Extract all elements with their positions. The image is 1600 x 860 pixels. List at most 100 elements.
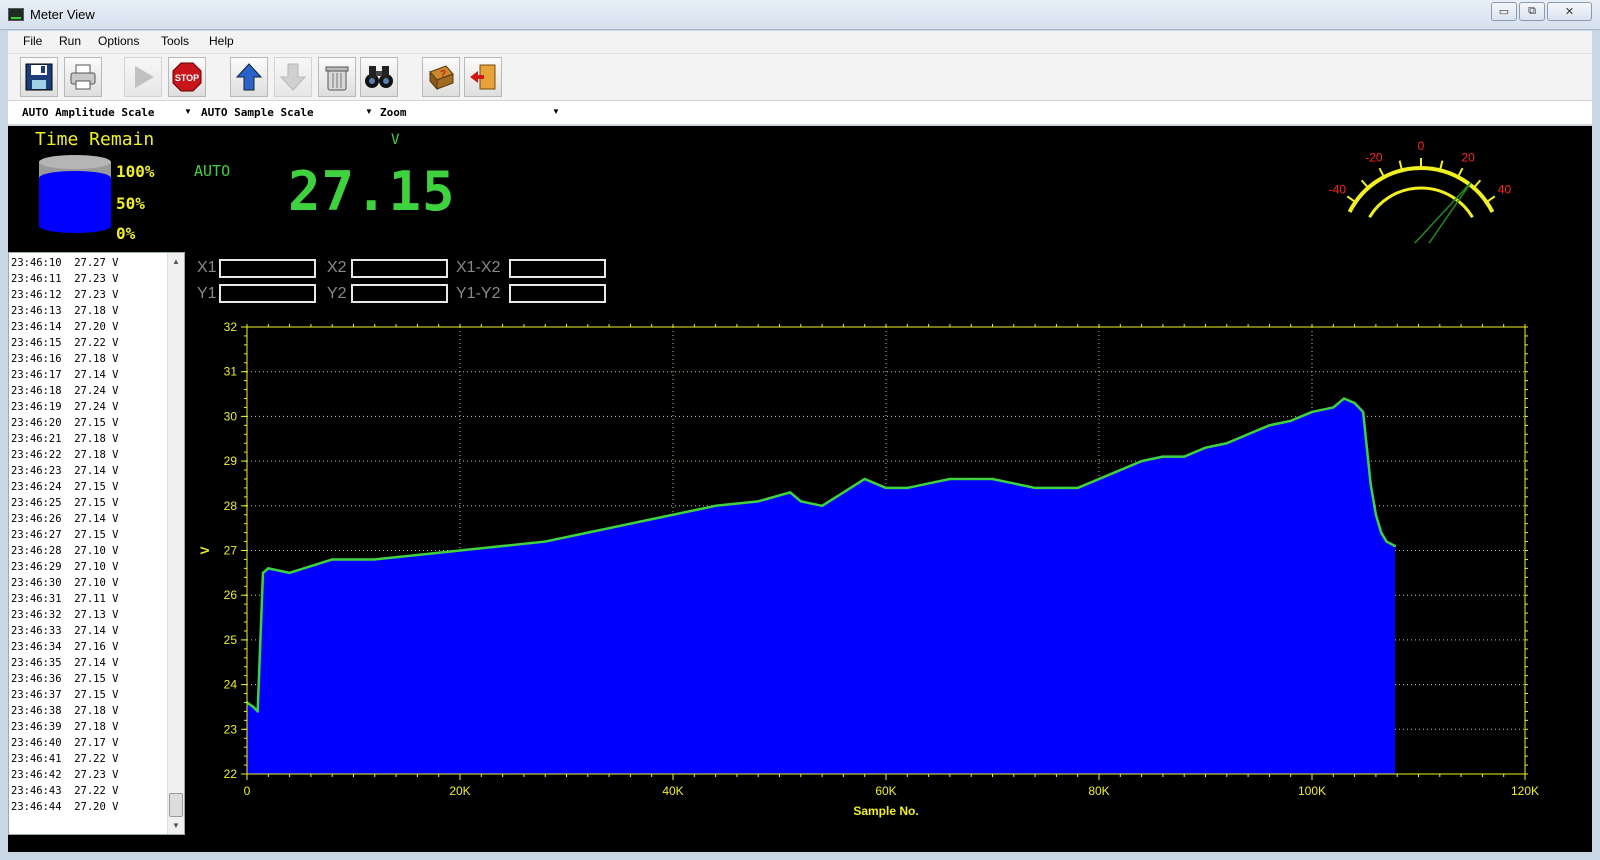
- stop-button[interactable]: STOP: [168, 57, 206, 97]
- data-point: [267, 567, 270, 570]
- log-row[interactable]: 23:46:16 27.18 V: [11, 351, 166, 367]
- log-row[interactable]: 23:46:38 27.18 V: [11, 703, 166, 719]
- data-point: [1076, 486, 1079, 490]
- x-tick-label: 120K: [1511, 784, 1539, 798]
- data-point: [842, 491, 845, 494]
- log-row[interactable]: 23:46:22 27.18 V: [11, 447, 166, 463]
- exit-door-icon: [470, 64, 496, 90]
- x-axis-label: Sample No.: [853, 804, 918, 818]
- title-bar: Meter View ▭ ⧉ ✕: [0, 0, 1600, 30]
- log-row[interactable]: 23:46:23 27.14 V: [11, 463, 166, 479]
- printer-icon: [70, 64, 96, 90]
- log-row[interactable]: 23:46:41 27.22 V: [11, 751, 166, 767]
- app-icon: [8, 8, 24, 21]
- arrow-up-icon: [235, 63, 263, 91]
- save-button[interactable]: [20, 57, 58, 97]
- download-button[interactable]: [274, 57, 312, 97]
- data-point: [1342, 397, 1346, 400]
- log-row[interactable]: 23:46:15 27.22 V: [11, 335, 166, 351]
- minimize-button[interactable]: ▭: [1491, 2, 1517, 21]
- data-point: [501, 544, 504, 548]
- log-row[interactable]: 23:46:43 27.22 V: [11, 783, 166, 799]
- log-row[interactable]: 23:46:25 27.15 V: [11, 495, 166, 511]
- log-row[interactable]: 23:46:11 27.23 V: [11, 271, 166, 287]
- sample-scale-select[interactable]: AUTO Sample Scale: [201, 106, 314, 119]
- exit-button[interactable]: [464, 57, 502, 97]
- data-point: [252, 705, 255, 709]
- data-point: [1246, 433, 1250, 436]
- log-row[interactable]: 23:46:27 27.15 V: [11, 527, 166, 543]
- x-tick-label: 20K: [449, 784, 470, 798]
- data-point: [256, 710, 259, 713]
- maximize-button[interactable]: ⧉: [1519, 2, 1545, 21]
- log-row[interactable]: 23:46:21 27.18 V: [11, 431, 166, 447]
- data-point: [927, 482, 930, 485]
- upload-button[interactable]: [230, 57, 268, 97]
- log-row[interactable]: 23:46:10 27.27 V: [11, 255, 166, 271]
- log-row[interactable]: 23:46:18 27.24 V: [11, 383, 166, 399]
- menu-tools[interactable]: Tools: [161, 34, 189, 48]
- log-row[interactable]: 23:46:14 27.20 V: [11, 319, 166, 335]
- menu-help[interactable]: Help: [209, 34, 234, 48]
- data-point: [331, 558, 334, 561]
- data-point: [1012, 482, 1015, 485]
- log-row[interactable]: 23:46:34 27.16 V: [11, 639, 166, 655]
- data-point: [1204, 446, 1207, 449]
- reading-log[interactable]: 23:46:10 27.27 V 23:46:11 27.23 V 23:46:12…: [8, 252, 185, 835]
- log-row[interactable]: 23:46:24 27.15 V: [11, 479, 166, 495]
- data-point: [1332, 406, 1335, 409]
- log-row[interactable]: 23:46:19 27.24 V: [11, 399, 166, 415]
- log-row[interactable]: 23:46:42 27.23 V: [11, 767, 166, 783]
- log-row[interactable]: 23:46:13 27.18 V: [11, 303, 166, 319]
- log-scrollbar[interactable]: ▲ ▼: [167, 253, 184, 834]
- log-row[interactable]: 23:46:33 27.14 V: [11, 623, 166, 639]
- data-point: [991, 477, 994, 481]
- log-row[interactable]: 23:46:30 27.10 V: [11, 575, 166, 591]
- menu-bar: File Run Options Tools Help: [8, 31, 1592, 53]
- x-tick-label: 0: [244, 784, 251, 798]
- log-row[interactable]: 23:46:20 27.15 V: [11, 415, 166, 431]
- log-row[interactable]: 23:46:39 27.18 V: [11, 719, 166, 735]
- data-point: [884, 486, 888, 490]
- zoom-select[interactable]: Zoom: [380, 106, 407, 119]
- y-tick-label: 27: [224, 544, 238, 558]
- y-tick-label: 28: [224, 499, 238, 513]
- log-row[interactable]: 23:46:40 27.17 V: [11, 735, 166, 751]
- scroll-down-icon[interactable]: ▼: [172, 821, 180, 830]
- log-row[interactable]: 23:46:17 27.14 V: [11, 367, 166, 383]
- log-row[interactable]: 23:46:26 27.14 V: [11, 511, 166, 527]
- voltage-chart[interactable]: 0 20K 40K 60K 80K 100K 120K 22 23 24 25 26 27 28 29 30 3…: [8, 126, 1592, 852]
- log-scroll-thumb[interactable]: [169, 793, 183, 817]
- stop-sign-icon: STOP: [172, 62, 202, 92]
- log-row[interactable]: 23:46:44 27.20 V: [11, 799, 166, 815]
- menu-file[interactable]: File: [23, 34, 42, 48]
- log-row[interactable]: 23:46:36 27.15 V: [11, 671, 166, 687]
- run-button[interactable]: [124, 57, 162, 97]
- data-point: [863, 477, 866, 481]
- log-row[interactable]: 23:46:31 27.11 V: [11, 591, 166, 607]
- data-point: [820, 504, 824, 507]
- y-tick-label: 31: [224, 365, 238, 379]
- find-button[interactable]: [360, 57, 398, 97]
- data-point: [1361, 410, 1365, 414]
- log-row[interactable]: 23:46:32 27.13 V: [11, 607, 166, 623]
- print-button[interactable]: [64, 57, 102, 97]
- scroll-up-icon[interactable]: ▲: [172, 257, 180, 266]
- menu-run[interactable]: Run: [59, 34, 81, 48]
- data-point: [671, 513, 675, 516]
- log-row[interactable]: 23:46:35 27.14 V: [11, 655, 166, 671]
- chevron-down-icon[interactable]: ▼: [184, 107, 192, 116]
- amplitude-scale-select[interactable]: AUTO Amplitude Scale: [22, 106, 154, 119]
- log-row[interactable]: 23:46:37 27.15 V: [11, 687, 166, 703]
- close-button[interactable]: ✕: [1547, 2, 1592, 21]
- chevron-down-icon[interactable]: ▼: [552, 107, 560, 116]
- chevron-down-icon[interactable]: ▼: [365, 107, 373, 116]
- log-row[interactable]: 23:46:12 27.23 V: [11, 287, 166, 303]
- help-button[interactable]: ?: [422, 57, 460, 97]
- clear-button[interactable]: [318, 57, 356, 97]
- log-row[interactable]: 23:46:29 27.10 V: [11, 559, 166, 575]
- x-tick-label: 60K: [875, 784, 896, 798]
- data-point: [544, 540, 547, 543]
- log-row[interactable]: 23:46:28 27.10 V: [11, 543, 166, 559]
- menu-options[interactable]: Options: [98, 34, 139, 48]
